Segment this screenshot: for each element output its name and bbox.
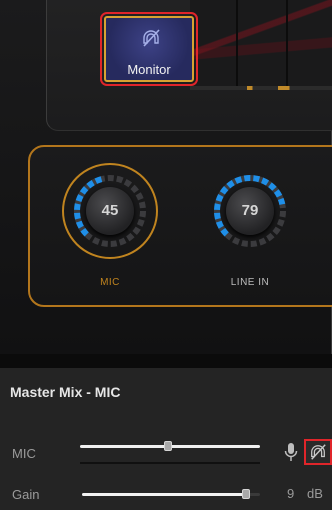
monitor-toggle-button[interactable] xyxy=(304,439,332,465)
microphone-icon[interactable] xyxy=(284,442,298,462)
master-mix-title: Master Mix - MIC xyxy=(10,384,121,400)
meter-divider xyxy=(286,0,288,90)
gain-unit: dB xyxy=(307,486,323,501)
gain-slider-thumb[interactable] xyxy=(241,489,250,499)
master-mix-panel: Master Mix - MIC xyxy=(0,368,332,510)
gain-value: 9 xyxy=(287,486,295,501)
mic-slider-baseline xyxy=(80,462,260,464)
monitor-off-icon xyxy=(311,444,326,460)
monitor-button-label: Monitor xyxy=(127,62,171,77)
mic-slider-thumb[interactable] xyxy=(164,441,173,451)
mic-knob-value: 45 xyxy=(86,187,134,235)
monitor-button[interactable]: Monitor xyxy=(100,12,198,86)
gain-row-label: Gain xyxy=(12,487,40,502)
app-window: Monitor 45 MIC 79 LINE IN Master Mix - M… xyxy=(0,0,332,510)
monitor-off-icon xyxy=(143,29,160,47)
level-meter-area xyxy=(190,0,332,90)
meter-strip xyxy=(190,86,332,90)
line-in-knob-label: LINE IN xyxy=(230,277,270,288)
mic-knob[interactable]: 45 xyxy=(62,163,158,259)
meter-divider xyxy=(236,0,238,90)
device-panel: Monitor 45 MIC 79 LINE IN xyxy=(0,0,332,354)
mic-row-label: MIC xyxy=(12,446,36,461)
input-knob-panel: 45 MIC 79 LINE IN xyxy=(28,145,332,307)
line-in-knob-value: 79 xyxy=(226,187,274,235)
mic-knob-label: MIC xyxy=(100,277,120,288)
gain-slider-fill xyxy=(82,493,246,496)
line-in-knob[interactable]: 79 xyxy=(202,163,298,259)
